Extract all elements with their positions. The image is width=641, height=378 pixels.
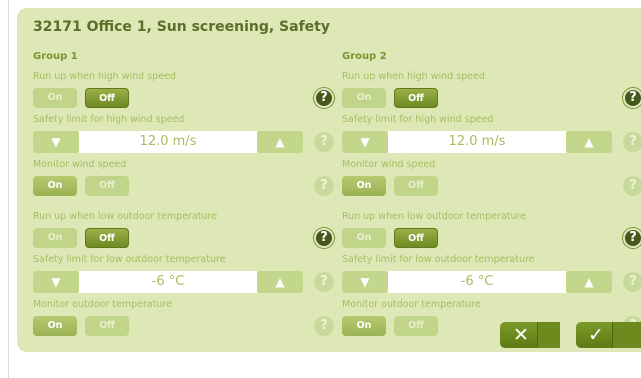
high-wind-limit-label: Safety limit for high wind speed (342, 114, 494, 125)
run-up-low-temp-label: Run up when low outdoor temperature (342, 211, 527, 222)
run-up-high-wind-off-button[interactable]: Off (394, 88, 438, 108)
close-x-icon: ✕ (513, 324, 529, 346)
help-icon[interactable]: ? (314, 132, 334, 152)
monitor-temp-label: Monitor outdoor temperature (33, 299, 172, 310)
decrease-button[interactable]: ▼ (33, 131, 79, 153)
high-wind-limit-stepper: ▼ 12.0 m/s ▲ (33, 131, 303, 153)
help-icon[interactable]: ? (314, 88, 334, 108)
cancel-button[interactable]: ✕ (500, 322, 560, 348)
low-temp-limit-stepper: ▼ -6 °C ▲ (342, 271, 612, 293)
checkmark-icon: ✓ (588, 324, 604, 346)
group-1-column: Group 1 Run up when high wind speed On O… (33, 8, 343, 352)
run-up-low-temp-off-button[interactable]: Off (394, 228, 438, 248)
run-up-low-temp-on-button[interactable]: On (342, 228, 386, 248)
help-icon[interactable]: ? (314, 176, 334, 196)
cancel-button-segment (537, 322, 560, 348)
run-up-low-temp-label: Run up when low outdoor temperature (33, 211, 218, 222)
help-icon[interactable]: ? (623, 88, 641, 108)
monitor-temp-label: Monitor outdoor temperature (342, 299, 481, 310)
help-icon[interactable]: ? (623, 228, 641, 248)
safety-dialog: 32171 Office 1, Sun screening, Safety Gr… (17, 8, 641, 352)
monitor-temp-off-button[interactable]: Off (394, 316, 438, 336)
low-temp-limit-value: -6 °C (79, 271, 257, 293)
run-up-high-wind-off-button[interactable]: Off (85, 88, 129, 108)
monitor-wind-off-button[interactable]: Off (85, 176, 129, 196)
help-icon[interactable]: ? (623, 176, 641, 196)
monitor-temp-off-button[interactable]: Off (85, 316, 129, 336)
high-wind-limit-label: Safety limit for high wind speed (33, 114, 185, 125)
high-wind-limit-stepper: ▼ 12.0 m/s ▲ (342, 131, 612, 153)
help-icon[interactable]: ? (623, 272, 641, 292)
run-up-low-temp-off-button[interactable]: Off (85, 228, 129, 248)
monitor-temp-on-button[interactable]: On (342, 316, 386, 336)
monitor-wind-on-button[interactable]: On (342, 176, 386, 196)
decrease-button[interactable]: ▼ (342, 131, 388, 153)
left-border (0, 0, 9, 378)
monitor-wind-off-button[interactable]: Off (394, 176, 438, 196)
group-1-header: Group 1 (33, 51, 78, 62)
run-up-high-wind-on-button[interactable]: On (342, 88, 386, 108)
run-up-high-wind-label: Run up when high wind speed (342, 71, 485, 82)
help-icon[interactable]: ? (314, 228, 334, 248)
confirm-button-segment (612, 322, 641, 348)
run-up-low-temp-on-button[interactable]: On (33, 228, 77, 248)
triangle-up-icon: ▲ (584, 135, 594, 149)
triangle-up-icon: ▲ (584, 275, 594, 289)
run-up-high-wind-on-button[interactable]: On (33, 88, 77, 108)
monitor-wind-label: Monitor wind speed (342, 159, 436, 170)
group-2-column: Group 2 Run up when high wind speed On O… (342, 8, 641, 352)
help-icon[interactable]: ? (623, 132, 641, 152)
high-wind-limit-value: 12.0 m/s (388, 131, 566, 153)
help-icon[interactable]: ? (314, 272, 334, 292)
triangle-down-icon: ▼ (360, 135, 370, 149)
triangle-down-icon: ▼ (51, 275, 61, 289)
triangle-up-icon: ▲ (275, 135, 285, 149)
increase-button[interactable]: ▲ (566, 271, 612, 293)
increase-button[interactable]: ▲ (257, 271, 303, 293)
monitor-wind-on-button[interactable]: On (33, 176, 77, 196)
increase-button[interactable]: ▲ (566, 131, 612, 153)
low-temp-limit-label: Safety limit for low outdoor temperature (33, 254, 226, 265)
run-up-high-wind-label: Run up when high wind speed (33, 71, 176, 82)
triangle-down-icon: ▼ (51, 135, 61, 149)
triangle-up-icon: ▲ (275, 275, 285, 289)
confirm-button[interactable]: ✓ (576, 322, 641, 348)
help-icon[interactable]: ? (314, 316, 334, 336)
monitor-temp-on-button[interactable]: On (33, 316, 77, 336)
high-wind-limit-value: 12.0 m/s (79, 131, 257, 153)
increase-button[interactable]: ▲ (257, 131, 303, 153)
low-temp-limit-stepper: ▼ -6 °C ▲ (33, 271, 303, 293)
group-2-header: Group 2 (342, 51, 387, 62)
low-temp-limit-value: -6 °C (388, 271, 566, 293)
monitor-wind-label: Monitor wind speed (33, 159, 127, 170)
decrease-button[interactable]: ▼ (33, 271, 79, 293)
triangle-down-icon: ▼ (360, 275, 370, 289)
decrease-button[interactable]: ▼ (342, 271, 388, 293)
low-temp-limit-label: Safety limit for low outdoor temperature (342, 254, 535, 265)
